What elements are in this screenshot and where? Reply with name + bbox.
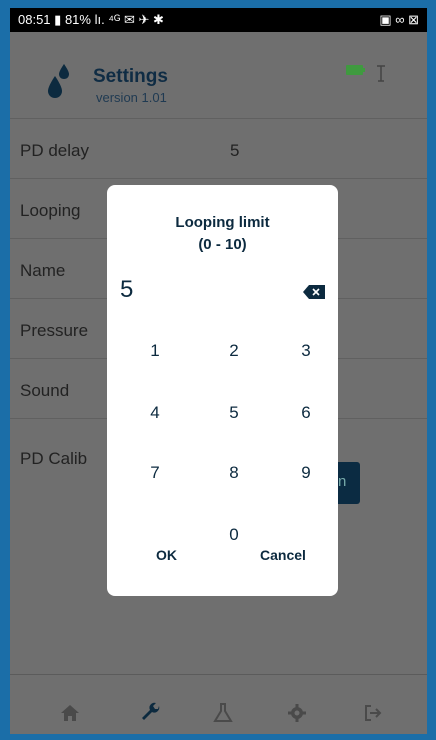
phone-screen: 08:51 ▮ 81% lı. ⁴ᴳ ✉ ✈ ✱ ▣ ∞ ⊠ Settings … [10, 8, 427, 734]
dialog-title: Looping limit [175, 214, 270, 231]
keypad-key-5[interactable]: 5 [209, 393, 259, 433]
keypad-key-8[interactable]: 8 [209, 453, 259, 493]
keypad-key-4[interactable]: 4 [130, 393, 180, 433]
ok-button[interactable]: OK [156, 547, 177, 563]
backspace-icon[interactable] [303, 285, 325, 299]
keypad-key-0[interactable]: 0 [209, 515, 259, 555]
keypad-key-1[interactable]: 1 [130, 331, 180, 371]
keypad-key-3[interactable]: 3 [281, 331, 331, 371]
number-input-dialog: Looping limit (0 - 10) 5 1 2 3 4 5 6 7 8… [107, 185, 338, 596]
dialog-range: (0 - 10) [198, 236, 247, 253]
keypad-key-2[interactable]: 2 [209, 331, 259, 371]
keypad-key-7[interactable]: 7 [130, 453, 180, 493]
entered-value: 5 [120, 276, 134, 303]
keypad-key-9[interactable]: 9 [281, 453, 331, 493]
modal-overlay: Looping limit (0 - 10) 5 1 2 3 4 5 6 7 8… [10, 8, 427, 734]
cancel-button[interactable]: Cancel [260, 547, 306, 563]
keypad-key-6[interactable]: 6 [281, 393, 331, 433]
